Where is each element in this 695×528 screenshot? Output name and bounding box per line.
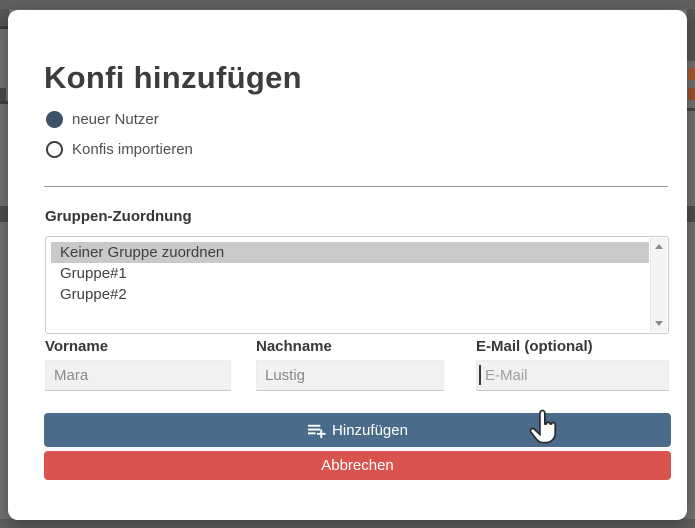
list-item-group1[interactable]: Gruppe#1 <box>51 263 649 284</box>
scroll-down-icon[interactable] <box>655 321 663 326</box>
underlying-page-fragment <box>687 108 695 111</box>
email-field[interactable] <box>476 360 669 391</box>
group-assignment-label: Gruppen-Zuordnung <box>45 208 192 225</box>
list-item-group2[interactable]: Gruppe#2 <box>51 284 649 305</box>
underlying-page-fragment <box>688 88 695 100</box>
playlist-add-icon <box>307 421 326 440</box>
backdrop-overlay[interactable] <box>0 519 695 528</box>
listbox-scrollbar[interactable] <box>650 238 667 332</box>
screen: Konfi hinzufügen neuer Nutzer Konfis imp… <box>0 0 695 528</box>
radio-unselected-icon[interactable] <box>46 140 63 158</box>
add-konfi-dialog: Konfi hinzufügen neuer Nutzer Konfis imp… <box>8 10 687 520</box>
list-item-no-group[interactable]: Keiner Gruppe zuordnen <box>51 242 649 263</box>
underlying-page-fragment <box>687 206 695 222</box>
last-name-field[interactable] <box>256 360 444 391</box>
add-button[interactable]: Hinzufügen <box>44 413 671 447</box>
scroll-up-icon[interactable] <box>655 244 663 249</box>
radio-label: neuer Nutzer <box>72 110 159 128</box>
first-name-field[interactable] <box>45 360 231 391</box>
radio-label: Konfis importieren <box>72 140 193 158</box>
group-listbox[interactable]: Keiner Gruppe zuordnen Gruppe#1 Gruppe#2 <box>45 236 669 334</box>
last-name-label: Nachname <box>256 338 332 355</box>
first-name-label: Vorname <box>45 338 109 355</box>
add-button-label: Hinzufügen <box>332 421 408 439</box>
email-label: E-Mail (optional) <box>476 338 593 355</box>
radio-selected-icon[interactable] <box>46 110 63 128</box>
radio-option-import-konfis[interactable]: Konfis importieren <box>46 140 193 158</box>
underlying-page-fragment <box>0 88 6 101</box>
divider <box>44 186 668 187</box>
underlying-page-fragment <box>688 68 695 80</box>
dialog-title: Konfi hinzufügen <box>44 60 302 95</box>
cancel-button-label: Abbrechen <box>321 457 394 474</box>
text-caret <box>479 365 481 385</box>
radio-option-new-user[interactable]: neuer Nutzer <box>46 110 159 128</box>
backdrop-overlay[interactable] <box>0 0 695 9</box>
cancel-button[interactable]: Abbrechen <box>44 451 671 480</box>
underlying-page-fragment <box>687 9 695 61</box>
